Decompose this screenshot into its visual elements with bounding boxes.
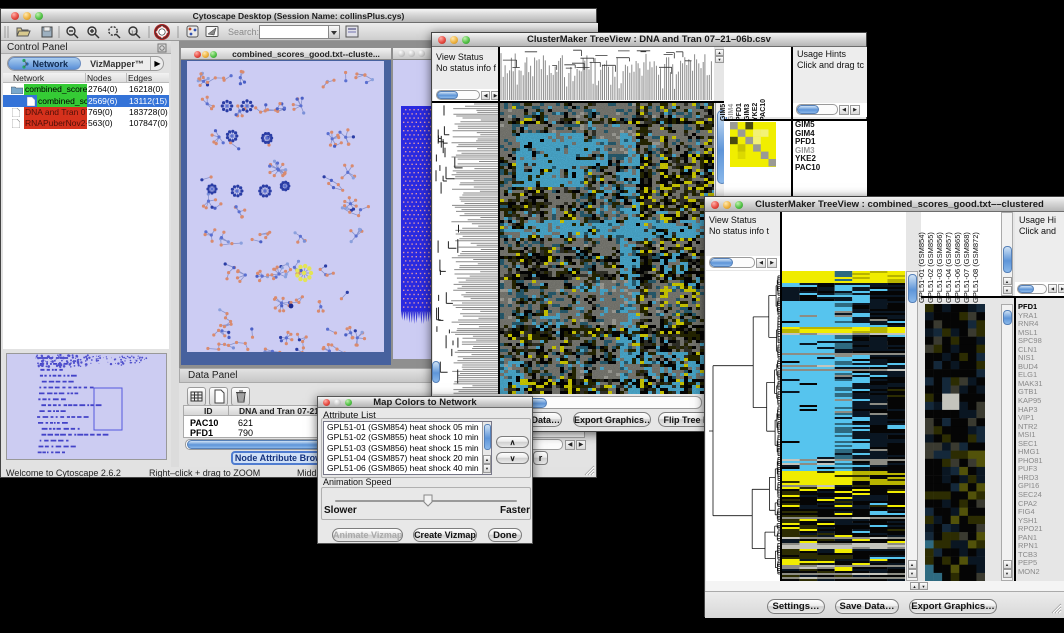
svg-text:1:1: 1:1	[131, 30, 138, 35]
